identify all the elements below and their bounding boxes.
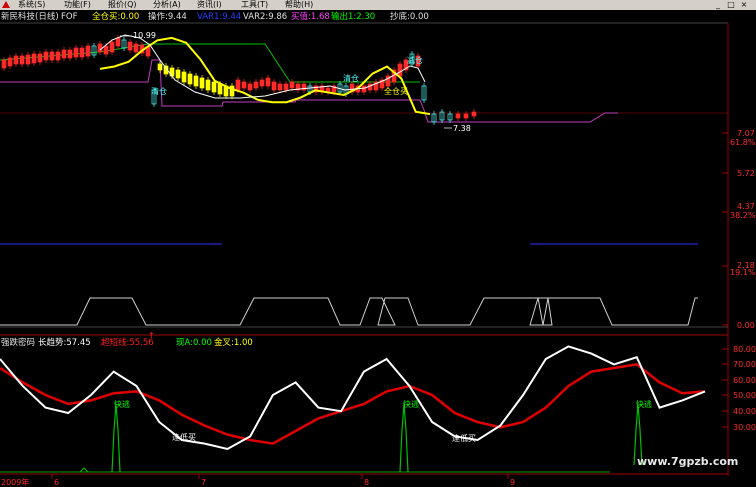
low-price-label: 7.38 — [453, 124, 471, 133]
white-trapezoid-line — [0, 297, 698, 326]
axis-label-40: 40.00 — [733, 407, 756, 416]
chart-canvas: 10.99 7.38 清仓 清仓 减仓 全仓买 快逃 快逃 快逃 逢低买 逢低买… — [0, 22, 756, 487]
middle-panel — [0, 243, 728, 328]
changqushi-line — [0, 363, 706, 445]
axis-label-437: 4.37 — [737, 202, 755, 211]
axis-label-80: 80.00 — [733, 345, 756, 354]
axis-label-382: 38.2% — [730, 211, 756, 220]
signal-kuaitao-1: 快逃 — [114, 399, 130, 409]
date-axis: 2009年 6 7 8 9 — [1, 474, 515, 487]
axis-label-60: 60.00 — [733, 376, 756, 385]
axis-label-50: 50.00 — [733, 391, 756, 400]
signal-jiancang: 减仓 — [407, 55, 423, 65]
axis-label-000: 0.00 — [737, 321, 755, 330]
green-spike-1 — [111, 403, 121, 473]
green-small-bump — [79, 467, 89, 473]
axis-label-618: 61.8% — [730, 138, 756, 147]
signal-dixi-2: 逢低买 — [452, 433, 476, 443]
date-label-6: 6 — [54, 478, 59, 487]
watermark: www.7gpzb.com — [637, 455, 739, 468]
signal-kuaitao-3: 快逃 — [636, 399, 652, 409]
date-label-8: 8 — [364, 478, 369, 487]
signal-qingcang-1: 清仓 — [151, 86, 167, 96]
lower-panel: 快逃 快逃 快逃 逢低买 逢低买 ↑ — [0, 331, 706, 473]
axis-label-191: 19.1% — [730, 268, 756, 277]
green-spike-2 — [399, 403, 409, 473]
chaoduanxian-line — [0, 345, 706, 451]
axis-label-30: 30.00 — [733, 423, 756, 432]
date-label-year: 2009年 — [1, 477, 29, 487]
date-label-9: 9 — [510, 478, 515, 487]
right-axis: 7.07 61.8% 5.72 4.37 38.2% 2.18 19.1% 0.… — [722, 129, 756, 432]
axis-label-707: 7.07 — [737, 129, 755, 138]
signal-kuaitao-2: 快逃 — [403, 399, 419, 409]
candlesticks — [1, 35, 477, 125]
price-panel: 10.99 7.38 清仓 清仓 减仓 全仓买 — [0, 31, 618, 133]
signal-qingcang-2: 清仓 — [343, 73, 359, 83]
signal-dixi-1: 逢低买 — [172, 432, 196, 442]
signal-quancangmai: 全仓买 — [384, 86, 408, 96]
axis-label-572: 5.72 — [737, 169, 755, 178]
date-label-7: 7 — [201, 478, 206, 487]
up-arrow-marker: ↑ — [148, 331, 155, 340]
high-price-label: 10.99 — [133, 31, 156, 40]
axis-label-70: 70.00 — [733, 360, 756, 369]
